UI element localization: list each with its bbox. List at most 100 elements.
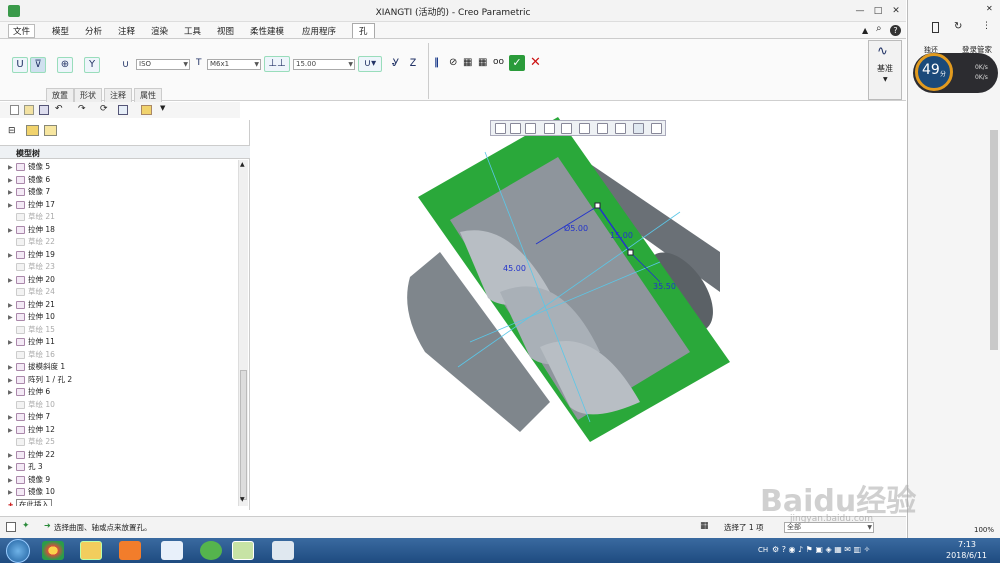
drill-tip-icon[interactable]: ∪▾: [358, 56, 382, 72]
expand-icon[interactable]: ▶: [8, 312, 16, 324]
preview-icon[interactable]: ▦: [463, 57, 472, 68]
creo-icon[interactable]: [232, 541, 254, 560]
redo-icon[interactable]: ↷: [78, 104, 86, 114]
spin-center-icon[interactable]: [651, 123, 662, 134]
cancel-button[interactable]: ✕: [530, 55, 541, 70]
tree-item[interactable]: ▶ 拉伸 7: [8, 411, 50, 423]
annotation-display-icon[interactable]: [633, 123, 644, 134]
datum-button[interactable]: ∿ 基准 ▼: [868, 40, 902, 100]
screw-size-select[interactable]: M6x1 ▼: [207, 59, 261, 70]
search-icon[interactable]: ⌕: [876, 23, 882, 34]
folder-browser-tab-icon[interactable]: [26, 125, 39, 136]
simple-hole-icon[interactable]: U: [12, 57, 28, 73]
tree-item[interactable]: ▶ 拉伸 17: [8, 199, 55, 211]
menu-tools[interactable]: 工具: [184, 25, 201, 37]
drag-handle-1[interactable]: [594, 202, 601, 209]
tab-annotation[interactable]: 注释: [104, 88, 132, 103]
tree-item[interactable]: ▶ 拉伸 6: [8, 386, 50, 398]
clock-date[interactable]: 2018/6/11: [946, 551, 987, 560]
expand-icon[interactable]: ▶: [8, 275, 16, 287]
expand-icon[interactable]: ▶: [8, 337, 16, 349]
customize-icon[interactable]: ▼: [160, 104, 165, 112]
tree-item[interactable]: 草绘 16: [8, 349, 55, 361]
standard-select[interactable]: ISO ▼: [136, 59, 190, 70]
dim-label-2[interactable]: Ø5.00: [564, 223, 588, 233]
tree-item[interactable]: 草绘 10: [8, 399, 55, 411]
undo-icon[interactable]: ↶: [55, 104, 63, 114]
ok-button[interactable]: ✓: [509, 55, 525, 71]
tree-item[interactable]: ▶ 拉伸 19: [8, 249, 55, 261]
tree-item[interactable]: ▶ 拉伸 11: [8, 336, 55, 348]
windows-icon[interactable]: [118, 105, 128, 115]
menu-file[interactable]: 文件: [8, 24, 36, 38]
tree-item[interactable]: ▶ 镜像 5: [8, 161, 50, 173]
display-style-icon[interactable]: [561, 123, 572, 134]
tree-item[interactable]: ▶ 镜像 7: [8, 186, 50, 198]
insert-here-marker[interactable]: ✚ 在此插入: [8, 498, 52, 506]
expand-icon[interactable]: ▶: [8, 187, 16, 199]
datum-display-icon[interactable]: [615, 123, 626, 134]
saved-orientations-icon[interactable]: [579, 123, 590, 134]
folder-icon[interactable]: [141, 105, 152, 115]
verify-icon[interactable]: ▦: [478, 57, 487, 68]
menu-annotate[interactable]: 注释: [118, 25, 135, 37]
speed-widget[interactable]: 49 分 0K/s 0K/s: [913, 53, 998, 93]
start-button[interactable]: [6, 539, 30, 563]
paint-icon[interactable]: [272, 541, 294, 560]
tree-item[interactable]: 草绘 21: [8, 211, 55, 223]
tree-item[interactable]: 草绘 24: [8, 286, 55, 298]
menu-render[interactable]: 渲染: [151, 25, 168, 37]
sketch-hole-icon[interactable]: ⊕: [57, 57, 73, 73]
expand-icon[interactable]: ▶: [8, 450, 16, 462]
tab-placement[interactable]: 放置: [46, 88, 74, 103]
dim-label-1[interactable]: 45.00: [503, 264, 526, 273]
expand-icon[interactable]: ▶: [8, 162, 16, 174]
tray-icons[interactable]: ⚙ ? ◉ ♪ ⚑ ▣ ◈ ▦ ✉ ▥ ✧: [772, 545, 870, 554]
selection-filter-icon[interactable]: ▦: [700, 521, 709, 531]
expand-icon[interactable]: ▶: [8, 487, 16, 499]
media-player-icon[interactable]: [119, 541, 141, 560]
browser-icon[interactable]: [200, 541, 222, 560]
tree-item[interactable]: 草绘 23: [8, 261, 55, 273]
thread-icon[interactable]: ∪: [122, 59, 129, 70]
tree-item[interactable]: ▶ 拉伸 12: [8, 424, 55, 436]
scroll-up-icon[interactable]: ▲: [240, 161, 245, 168]
tree-item[interactable]: ▶ 镜像 6: [8, 174, 50, 186]
menu-model[interactable]: 模型: [52, 25, 69, 37]
pause-icon[interactable]: ‖: [434, 57, 439, 68]
menu-hole[interactable]: 孔: [352, 23, 375, 38]
phone-icon[interactable]: [932, 22, 939, 33]
clock-time[interactable]: 7:13: [958, 540, 976, 549]
expand-icon[interactable]: ▶: [8, 412, 16, 424]
depth-option-icon[interactable]: ⊥⊥: [264, 56, 290, 72]
tree-item[interactable]: ▶ 拉伸 22: [8, 449, 55, 461]
expand-icon[interactable]: ▶: [8, 300, 16, 312]
tree-scrollbar[interactable]: ▲ ▼: [238, 160, 248, 506]
menu-analysis[interactable]: 分析: [85, 25, 102, 37]
tab-shape[interactable]: 形状: [74, 88, 102, 103]
tree-item[interactable]: 草绘 25: [8, 436, 55, 448]
expand-icon[interactable]: ▶: [8, 475, 16, 487]
dim-label-4[interactable]: 35.50: [653, 282, 676, 291]
regenerate-icon[interactable]: ⟳: [100, 104, 108, 114]
maximize-button[interactable]: □: [873, 6, 883, 16]
scroll-thumb[interactable]: [240, 370, 247, 500]
standard-hole-icon[interactable]: ⊽: [30, 57, 46, 73]
counterbore-icon[interactable]: Ꮓ: [410, 58, 416, 69]
explorer-icon[interactable]: [80, 541, 102, 560]
tree-item[interactable]: ▶ 阵列 1 / 孔 2: [8, 374, 72, 386]
drag-handle-2[interactable]: [627, 249, 634, 256]
minimize-button[interactable]: —: [855, 6, 865, 16]
expand-icon[interactable]: ▶: [8, 250, 16, 262]
new-icon[interactable]: [10, 105, 19, 115]
tree-item[interactable]: 草绘 15: [8, 324, 55, 336]
chrome-icon[interactable]: [42, 541, 64, 560]
tab-properties[interactable]: 属性: [134, 88, 162, 103]
tree-item[interactable]: ▶ 拉伸 20: [8, 274, 55, 286]
scroll-down-icon[interactable]: ▼: [240, 496, 245, 503]
expand-icon[interactable]: ▶: [8, 175, 16, 187]
refresh-icon[interactable]: ↻: [954, 21, 962, 32]
tree-item[interactable]: ▶ 拉伸 18: [8, 224, 55, 236]
expand-icon[interactable]: ▶: [8, 362, 16, 374]
taper-icon[interactable]: Y: [84, 57, 100, 73]
